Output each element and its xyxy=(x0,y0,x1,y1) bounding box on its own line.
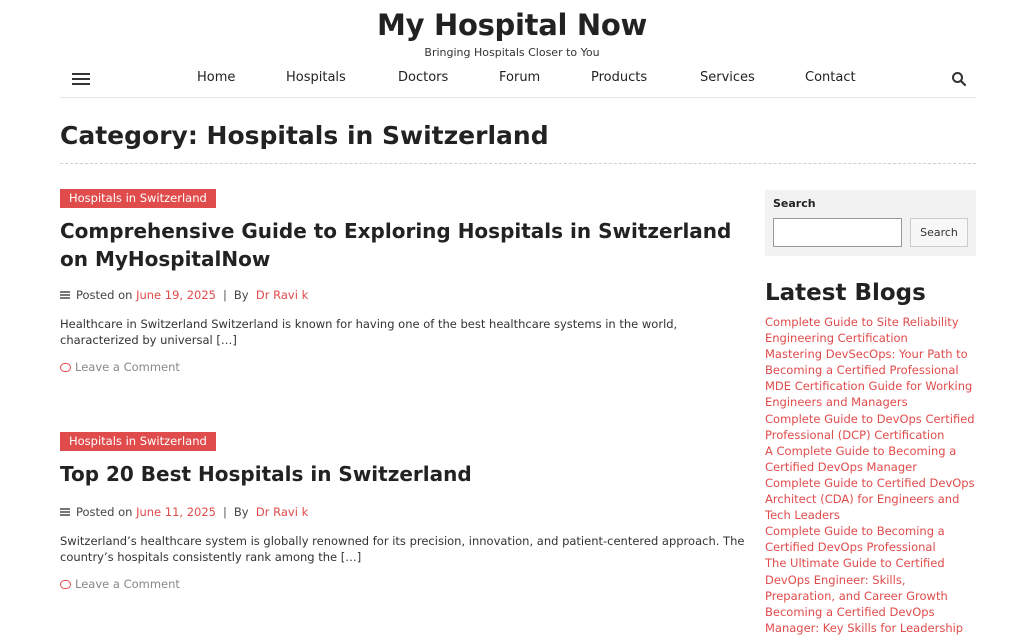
post-meta: Posted on June 11, 2025 | By Dr Ravi k xyxy=(60,505,308,519)
posted-on-label: Posted on xyxy=(76,505,133,519)
category-badge[interactable]: Hospitals in Switzerland xyxy=(60,432,216,451)
post-meta-icon xyxy=(60,291,70,299)
latest-blog-link[interactable]: Mastering DevSecOps: Your Path to Becomi… xyxy=(765,346,976,378)
site-tagline: Bringing Hospitals Closer to You xyxy=(424,46,600,59)
latest-blog-link[interactable]: MDE Certification Guide for Working Engi… xyxy=(765,378,976,410)
nav-item-contact[interactable]: Contact xyxy=(805,70,856,85)
search-icon[interactable] xyxy=(951,71,967,87)
search-button[interactable]: Search xyxy=(910,218,968,247)
latest-blog-link[interactable]: Becoming a Certified DevOps Manager: Key… xyxy=(765,604,976,635)
leave-comment-label: Leave a Comment xyxy=(75,360,180,374)
post-title[interactable]: Comprehensive Guide to Exploring Hospita… xyxy=(60,217,750,273)
main-navigation: Home Hospitals Doctors Forum Products Se… xyxy=(60,62,976,98)
site-title[interactable]: My Hospital Now xyxy=(0,8,1024,42)
page-title: Category: Hospitals in Switzerland xyxy=(60,121,549,150)
comment-icon xyxy=(60,580,71,589)
post-meta-icon xyxy=(60,508,70,516)
nav-item-hospitals[interactable]: Hospitals xyxy=(286,70,346,85)
latest-blog-link[interactable]: A Complete Guide to Becoming a Certified… xyxy=(765,443,976,475)
meta-separator: | xyxy=(223,505,227,519)
posted-on-label: Posted on xyxy=(76,288,133,302)
post-date-link[interactable]: June 19, 2025 xyxy=(136,288,216,302)
post-date-link[interactable]: June 11, 2025 xyxy=(136,505,216,519)
by-label: By xyxy=(233,505,249,519)
hamburger-menu-icon[interactable] xyxy=(72,72,92,86)
latest-blogs-heading: Latest Blogs xyxy=(765,280,926,306)
author-link[interactable]: Dr Ravi k xyxy=(256,288,308,302)
author-link[interactable]: Dr Ravi k xyxy=(256,505,308,519)
leave-comment-link[interactable]: Leave a Comment xyxy=(60,577,180,591)
title-divider xyxy=(60,163,976,164)
search-input[interactable] xyxy=(773,218,902,247)
nav-item-forum[interactable]: Forum xyxy=(499,70,540,85)
category-badge[interactable]: Hospitals in Switzerland xyxy=(60,189,216,208)
post-excerpt: Healthcare in Switzerland Switzerland is… xyxy=(60,317,678,347)
leave-comment-label: Leave a Comment xyxy=(75,577,180,591)
comment-icon xyxy=(60,363,71,372)
post-meta: Posted on June 19, 2025 | By Dr Ravi k xyxy=(60,288,308,302)
latest-blogs-list: Complete Guide to Site Reliability Engin… xyxy=(765,314,976,635)
post-title[interactable]: Top 20 Best Hospitals in Switzerland xyxy=(60,460,750,488)
search-widget-label: Search xyxy=(773,197,816,210)
post-article: Hospitals in Switzerland Comprehensive G… xyxy=(60,189,750,389)
nav-item-services[interactable]: Services xyxy=(700,70,755,85)
meta-separator: | xyxy=(223,288,227,302)
post-article: Hospitals in Switzerland Top 20 Best Hos… xyxy=(60,432,750,602)
by-label: By xyxy=(233,288,249,302)
leave-comment-link[interactable]: Leave a Comment xyxy=(60,360,180,374)
latest-blog-link[interactable]: Complete Guide to DevOps Certified Profe… xyxy=(765,411,976,443)
latest-blog-link[interactable]: Complete Guide to Certified DevOps Archi… xyxy=(765,475,976,523)
nav-item-doctors[interactable]: Doctors xyxy=(398,70,448,85)
nav-item-products[interactable]: Products xyxy=(591,70,647,85)
latest-blog-link[interactable]: The Ultimate Guide to Certified DevOps E… xyxy=(765,555,976,603)
post-excerpt: Switzerland’s healthcare system is globa… xyxy=(60,534,745,564)
search-widget: Search Search xyxy=(765,190,976,256)
latest-blog-link[interactable]: Complete Guide to Site Reliability Engin… xyxy=(765,314,976,346)
latest-blog-link[interactable]: Complete Guide to Becoming a Certified D… xyxy=(765,523,976,555)
nav-item-home[interactable]: Home xyxy=(197,70,235,85)
